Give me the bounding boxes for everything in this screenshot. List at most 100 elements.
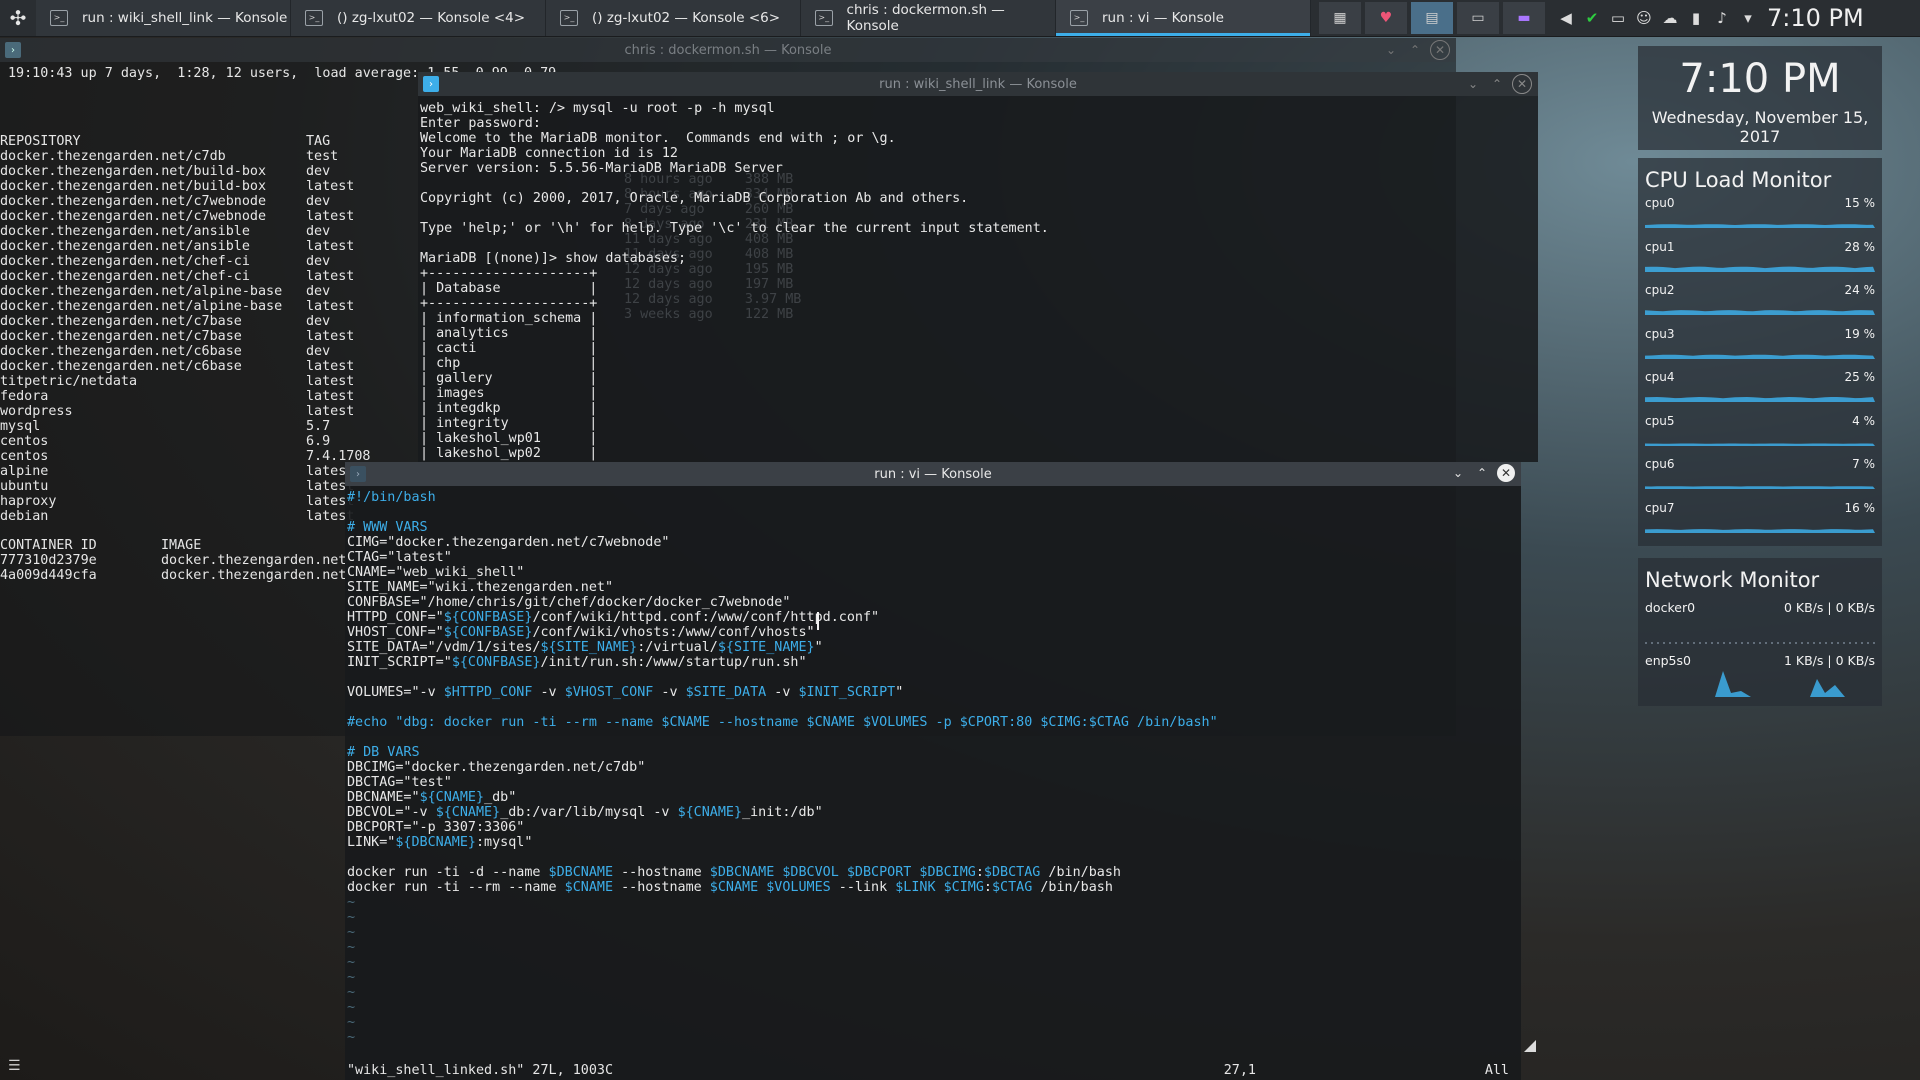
cell: dev — [306, 224, 331, 239]
mysql-terminal[interactable]: web_wiki_shell: /> mysql -u root -p -h m… — [420, 101, 1049, 461]
table-row: debian latest — [0, 509, 371, 524]
cell: 4a009d449cfa — [0, 568, 97, 583]
window-title: run : wiki_shell_link — Konsole — [879, 76, 1077, 92]
cpu-graph-area — [1645, 354, 1875, 359]
display-icon[interactable]: ▭ — [1609, 9, 1627, 27]
close-icon[interactable]: ✕ — [1430, 40, 1450, 60]
cpu-graph — [1645, 397, 1875, 402]
resize-grip-icon[interactable] — [1524, 1040, 1536, 1052]
code-line: CIMG="docker.thezengarden.net/c7webnode" — [347, 535, 670, 550]
desktop-2-icon[interactable]: ♥ — [1365, 2, 1407, 34]
terminal-line: | lakeshol_wp01 | — [420, 431, 598, 446]
terminal-line: +--------------------+ — [420, 296, 598, 311]
close-icon[interactable]: ✕ — [1497, 464, 1515, 482]
minimize-icon[interactable]: ⌄ — [1464, 75, 1482, 93]
maximize-icon[interactable]: ⌃ — [1406, 41, 1424, 59]
code-line: SITE_NAME="wiki.thezengarden.net" — [347, 580, 614, 595]
code-line: LINK="${DBCNAME}:mysql" — [347, 835, 533, 850]
cell: latest — [306, 374, 355, 389]
network-icon[interactable]: ☁ — [1661, 9, 1679, 27]
cell: ubuntu — [0, 479, 49, 494]
terminal-line: | gallery | — [420, 371, 598, 386]
table-row: docker.thezengarden.net/c7webnode dev — [0, 194, 371, 209]
task-button[interactable]: >_ run : vi — Konsole — [1056, 0, 1311, 36]
code-line: #echo "dbg: docker run -ti --rm --name $… — [347, 715, 1218, 730]
task-button[interactable]: >_ () zg-lxut02 — Konsole <6> — [546, 0, 801, 36]
cpu-row: cpu6 7 % — [1645, 453, 1875, 497]
volume-icon[interactable]: ♪ — [1713, 9, 1731, 27]
desktop-5-icon[interactable]: ▬ — [1503, 2, 1545, 34]
table-row: docker.thezengarden.net/chef-ci latest — [0, 269, 371, 284]
network-widget-title: Network Monitor — [1645, 568, 1820, 592]
hamburger-menu-icon[interactable]: ☰ — [8, 1058, 21, 1074]
cpu-row: cpu7 16 % — [1645, 497, 1875, 541]
cell: fedora — [0, 389, 49, 404]
close-icon[interactable]: ✕ — [1512, 74, 1532, 94]
minimize-icon[interactable]: ⌄ — [1449, 464, 1467, 482]
cpu-row: cpu4 25 % — [1645, 366, 1875, 410]
cpu-graph-area — [1645, 528, 1875, 533]
system-tray: ◀ ✔ ▭ ☺ ☁ ▮ ♪ ▾ — [1557, 9, 1757, 27]
terminal-icon: >_ — [560, 10, 578, 26]
cell: latest — [306, 239, 355, 254]
cpu-graph — [1645, 528, 1875, 533]
battery-icon[interactable]: ▮ — [1687, 9, 1705, 27]
code-line: DBCIMG="docker.thezengarden.net/c7db" — [347, 760, 646, 775]
task-button[interactable]: >_ run : wiki_shell_link — Konsole — [36, 0, 291, 36]
kde-launcher-icon[interactable]: ✣ — [0, 0, 36, 36]
table-row: ubuntu latest — [0, 479, 371, 494]
desktop-1-icon[interactable]: ▦ — [1319, 2, 1361, 34]
vi-status-file: "wiki_shell_linked.sh" 27L, 1003C — [347, 1063, 614, 1078]
konsole-icon: › — [350, 466, 366, 482]
user-icon[interactable]: ☺ — [1635, 9, 1653, 27]
cell: docker.thezengarden.net/alpine-base — [0, 299, 283, 314]
table-row: docker.thezengarden.net/c7base latest — [0, 329, 371, 344]
dockermon-titlebar[interactable]: › chris : dockermon.sh — Konsole ⌄ ⌃ ✕ — [0, 38, 1456, 62]
cell: dev — [306, 284, 331, 299]
task-button[interactable]: >_ () zg-lxut02 — Konsole <4> — [291, 0, 546, 36]
terminal-icon: >_ — [305, 10, 323, 26]
taskbar: ✣ >_ run : wiki_shell_link — Konsole >_ () … — [0, 0, 1920, 37]
task-manager: >_ run : wiki_shell_link — Konsole >_ () zg… — [36, 0, 1311, 36]
terminal-icon: >_ — [50, 10, 68, 26]
terminal-line: MariaDB [(none)]> show databases; — [420, 251, 687, 266]
table-row: fedora latest — [0, 389, 371, 404]
table-row: docker.thezengarden.net/c7db test — [0, 149, 371, 164]
konsole-icon: › — [423, 76, 439, 92]
cpu-graph-area — [1645, 310, 1875, 315]
code-line: ~ — [347, 985, 356, 1000]
desktop-4-icon[interactable]: ▭ — [1457, 2, 1499, 34]
maximize-icon[interactable]: ⌃ — [1473, 464, 1491, 482]
cell: docker.thezengarden.net/chef-ci — [0, 254, 250, 269]
expand-arrow-icon[interactable]: ▾ — [1739, 9, 1757, 27]
interface-name: enp5s0 — [1645, 653, 1691, 668]
task-label: () zg-lxut02 — Konsole <4> — [337, 10, 526, 26]
table-row: 777310d2379e docker.thezengarden.net — [0, 553, 346, 568]
terminal-line: Type 'help;' or '\h' for help. Type '\c'… — [420, 221, 1049, 236]
taskbar-clock[interactable]: 7:10 PM — [1767, 4, 1864, 32]
maximize-icon[interactable]: ⌃ — [1488, 75, 1506, 93]
mysql-titlebar[interactable]: › run : wiki_shell_link — Konsole ⌄ ⌃ ✕ — [418, 72, 1538, 96]
update-ok-icon[interactable]: ✔ — [1583, 9, 1601, 27]
task-button[interactable]: >_ chris : dockermon.sh — Konsole — [801, 0, 1056, 36]
cell: docker.thezengarden.net/ansible — [0, 224, 250, 239]
cell: docker.thezengarden.net/build-box — [0, 164, 267, 179]
vi-editor[interactable]: #!/bin/bash # WWW VARS CIMG="docker.thezen… — [347, 490, 1218, 1045]
cpu-graph-area — [1645, 266, 1875, 272]
terminal-line: web_wiki_shell: /> mysql -u root -p -h m… — [420, 101, 775, 116]
network-graph — [1645, 642, 1875, 644]
table-row: docker.thezengarden.net/c7base dev — [0, 314, 371, 329]
cell: docker.thezengarden.net/build-box — [0, 179, 267, 194]
minimize-icon[interactable]: ⌄ — [1382, 41, 1400, 59]
notifications-icon[interactable]: ◀ — [1557, 9, 1575, 27]
cpu-row: cpu0 15 % — [1645, 192, 1875, 236]
desktop-3-icon[interactable]: ▤ — [1411, 2, 1453, 34]
vi-titlebar[interactable]: › run : vi — Konsole ⌄ ⌃ ✕ — [345, 462, 1521, 486]
terminal-line: | integrity | — [420, 416, 598, 431]
cell: 5.7 — [306, 419, 331, 434]
table-row: docker.thezengarden.net/chef-ci dev — [0, 254, 371, 269]
